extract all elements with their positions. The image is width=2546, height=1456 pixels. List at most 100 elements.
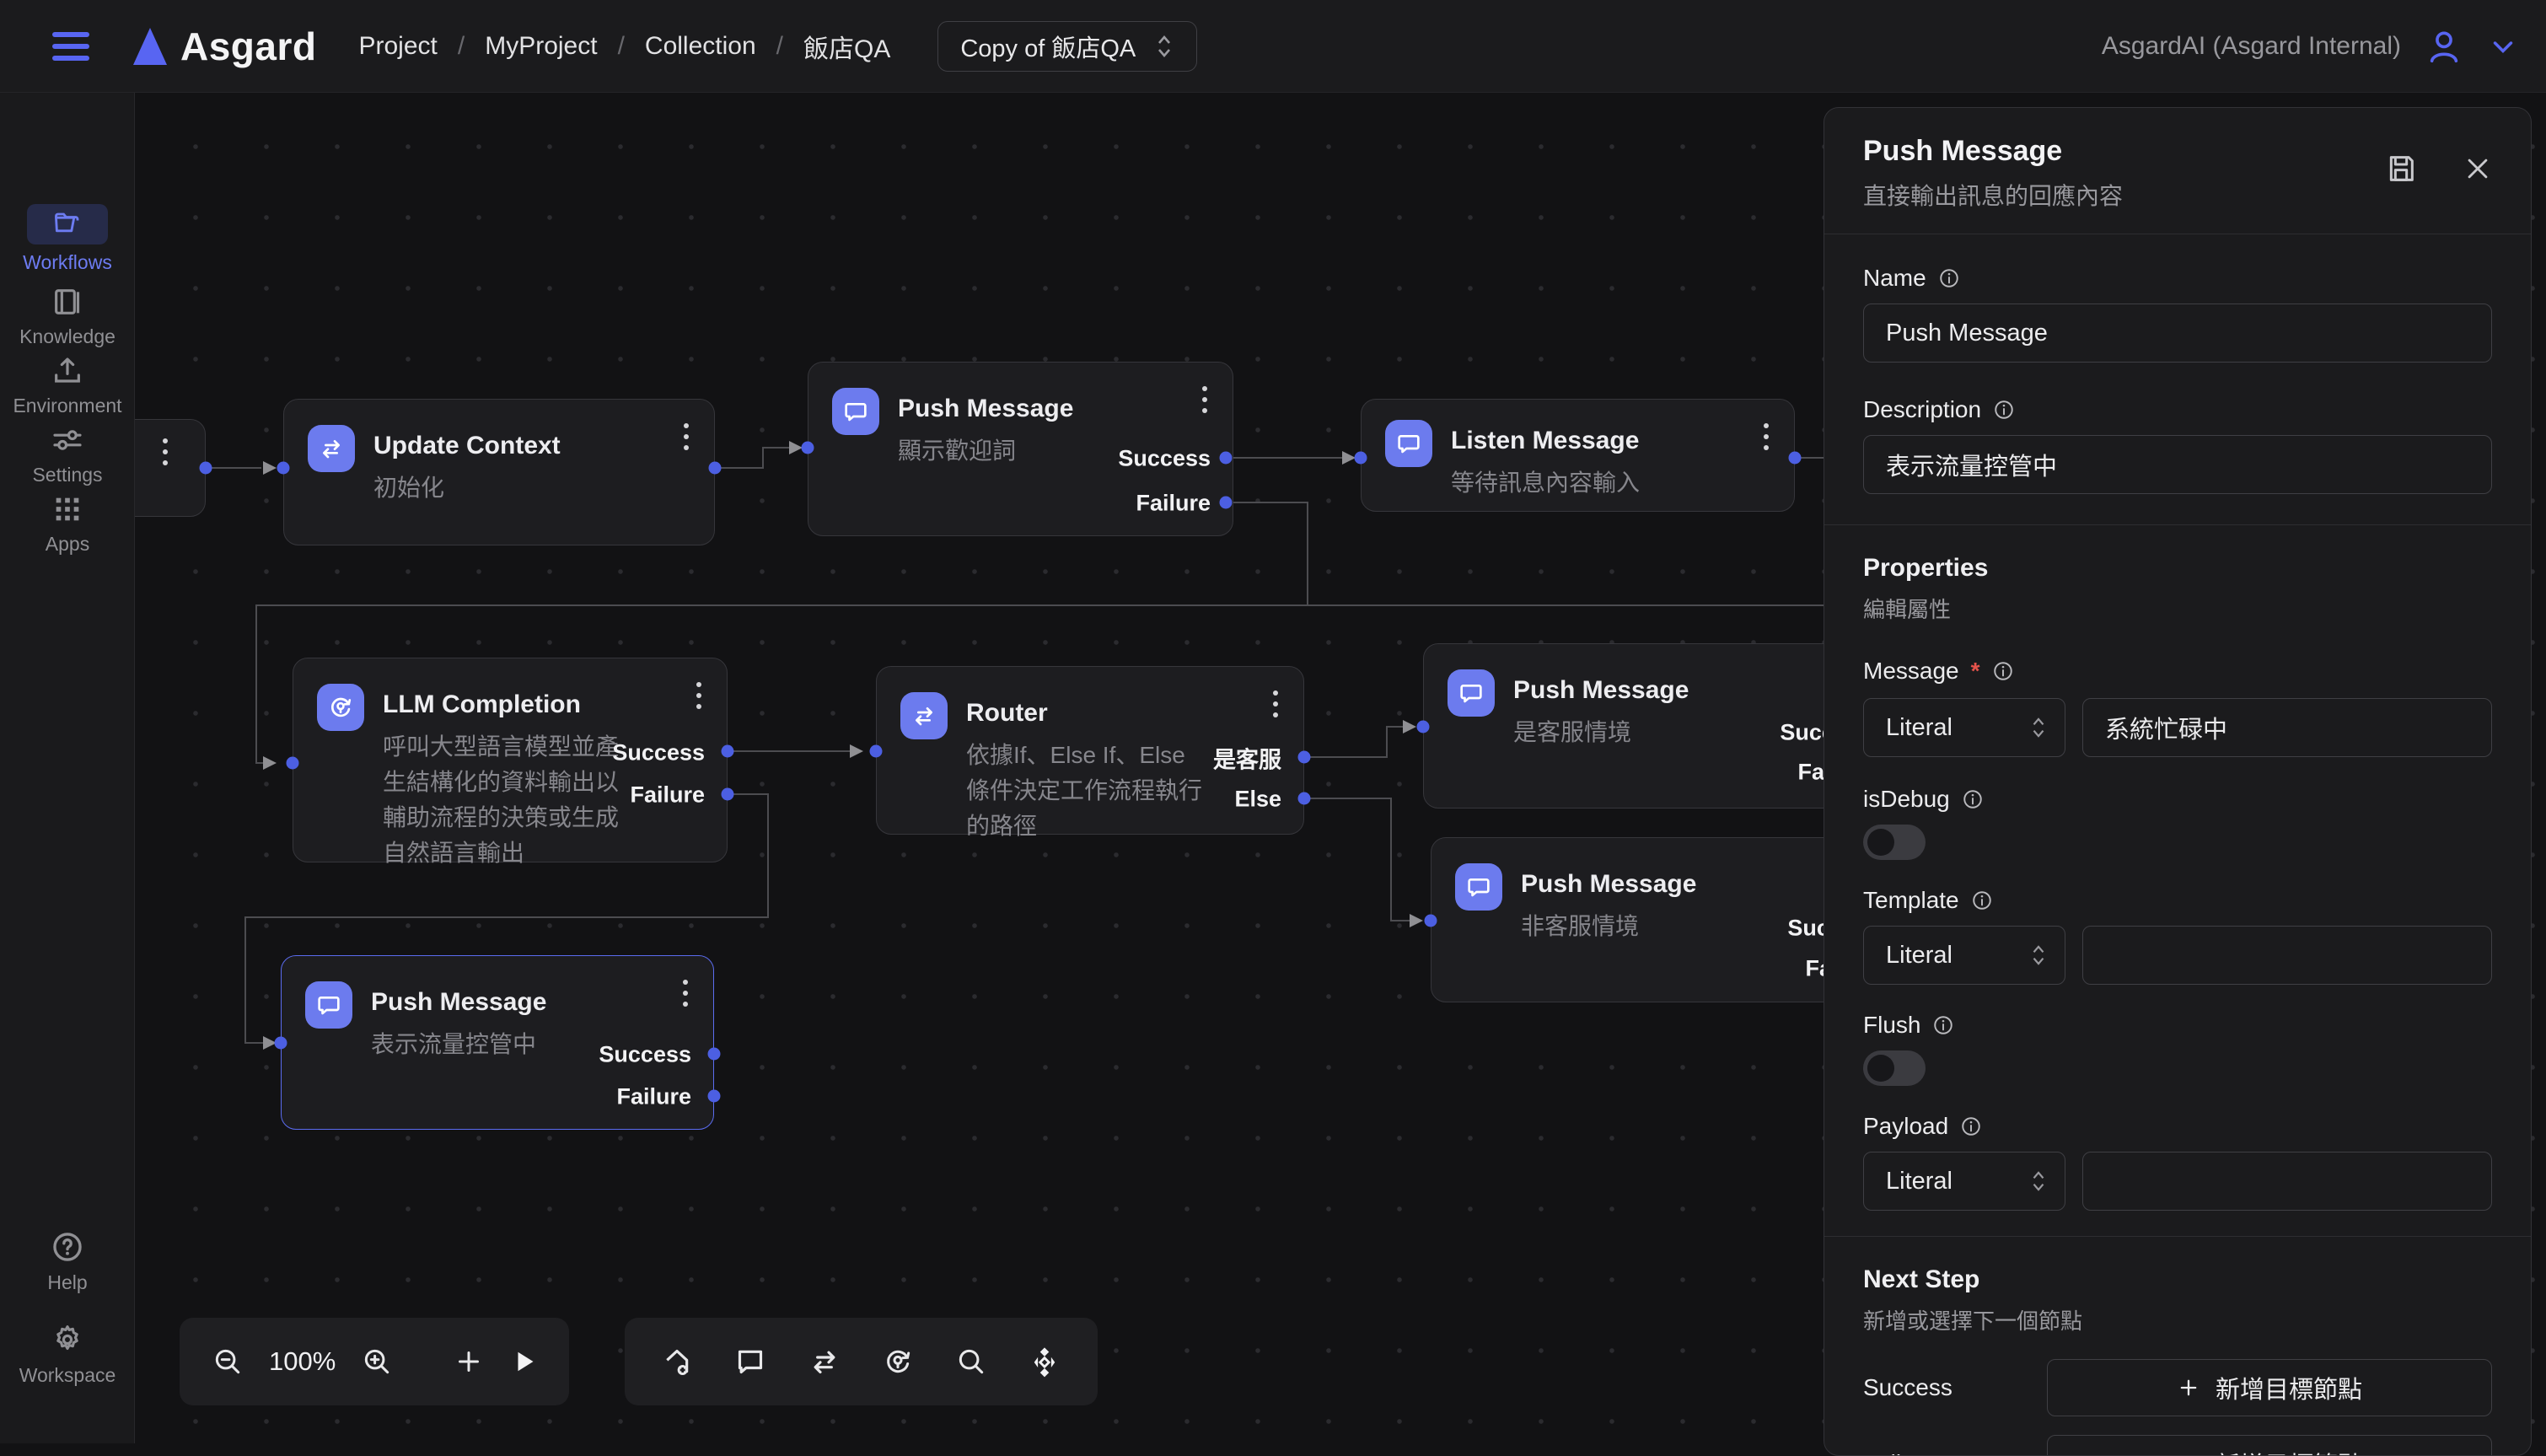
- connection-port-dot[interactable]: [1425, 915, 1437, 927]
- chat-bubble-icon[interactable]: [733, 1345, 767, 1378]
- node-menu-icon[interactable]: [163, 438, 168, 465]
- payload-type-select[interactable]: Literal: [1863, 1152, 2065, 1211]
- node-push-message-throttle[interactable]: Push Message 表示流量控管中 Success Failure: [281, 955, 714, 1130]
- port-failure[interactable]: Failure: [630, 782, 705, 809]
- connection-port-dot[interactable]: [1789, 452, 1802, 465]
- node-listen-message[interactable]: Listen Message 等待訊息內容輸入: [1361, 399, 1795, 512]
- info-icon: [1932, 1014, 1954, 1036]
- connection-port-dot[interactable]: [275, 1037, 287, 1050]
- connection-port-dot[interactable]: [1417, 721, 1430, 733]
- info-icon: [1992, 660, 2014, 682]
- connection-port-dot[interactable]: [1220, 452, 1233, 465]
- chevron-down-icon[interactable]: [2487, 30, 2519, 62]
- workflow-nodes-icon[interactable]: [1027, 1344, 1062, 1379]
- node-menu-icon[interactable]: [1202, 386, 1207, 413]
- zoom-out-icon[interactable]: [212, 1346, 244, 1378]
- sidebar-item-settings[interactable]: Settings: [0, 423, 135, 486]
- node-subtitle: 初始化: [373, 470, 561, 506]
- zoom-in-icon[interactable]: [361, 1346, 393, 1378]
- panel-divider: [1824, 1236, 2531, 1237]
- select-updown-icon: [2029, 1169, 2048, 1193]
- name-input[interactable]: [1863, 304, 2492, 363]
- connection-port-dot[interactable]: [1355, 452, 1367, 465]
- save-icon[interactable]: [2384, 152, 2418, 185]
- connection-port-dot[interactable]: [200, 462, 212, 475]
- search-icon[interactable]: [955, 1346, 987, 1378]
- plus-icon[interactable]: [454, 1346, 484, 1377]
- breadcrumb-project[interactable]: Project: [358, 32, 437, 61]
- port-success[interactable]: Success: [1118, 446, 1211, 472]
- sidebar-item-workspace[interactable]: Workspace: [0, 1322, 135, 1387]
- node-title: Push Message: [1521, 863, 1696, 900]
- template-type-select[interactable]: Literal: [1863, 926, 2065, 985]
- node-menu-icon[interactable]: [696, 682, 701, 709]
- node-router[interactable]: Router 依據If、Else If、Else條件決定工作流程執行的路徑 是客…: [876, 666, 1304, 835]
- node-menu-icon[interactable]: [1273, 690, 1278, 717]
- description-input[interactable]: [1863, 435, 2492, 494]
- node-menu-icon[interactable]: [683, 980, 688, 1007]
- sidebar-item-environment[interactable]: Environment: [0, 354, 135, 417]
- sidebar-item-knowledge[interactable]: Knowledge: [0, 285, 135, 348]
- hamburger-icon[interactable]: [52, 32, 89, 61]
- message-label: Message *: [1863, 658, 2492, 685]
- connection-port-dot[interactable]: [1298, 792, 1311, 805]
- sliders-icon: [51, 423, 84, 457]
- node-update-context[interactable]: Update Context 初始化: [283, 399, 715, 545]
- connection-port-dot[interactable]: [870, 745, 883, 758]
- flush-toggle[interactable]: [1863, 1050, 1926, 1086]
- port-success[interactable]: Success: [599, 1042, 691, 1068]
- port-else[interactable]: Else: [1234, 787, 1281, 813]
- port-failure[interactable]: Failure: [616, 1084, 691, 1110]
- connection-port-dot[interactable]: [722, 745, 734, 758]
- next-step-heading: Next Step: [1863, 1265, 2492, 1294]
- breadcrumb-current[interactable]: 飯店QA: [803, 28, 890, 65]
- node-menu-icon[interactable]: [1764, 423, 1769, 450]
- isdebug-toggle[interactable]: [1863, 825, 1926, 860]
- sidebar-item-workflows[interactable]: Workflows: [0, 204, 135, 274]
- template-value-input[interactable]: [2082, 926, 2492, 985]
- close-icon[interactable]: [2463, 154, 2492, 183]
- breadcrumb-myproject[interactable]: MyProject: [485, 32, 597, 61]
- connection-port-dot[interactable]: [802, 442, 814, 454]
- template-label: Template: [1863, 887, 2492, 914]
- account-name: AsgardAI (Asgard Internal): [2102, 32, 2401, 61]
- node-title: Update Context: [373, 425, 561, 462]
- workflow-version-select[interactable]: Copy of 飯店QA: [937, 21, 1197, 72]
- isdebug-label: isDebug: [1863, 786, 2492, 813]
- node-push-message-welcome[interactable]: Push Message 顯示歡迎詞 Success Failure: [808, 362, 1233, 536]
- play-icon[interactable]: [509, 1346, 540, 1377]
- canvas-zoom-toolbar: 100%: [180, 1318, 569, 1405]
- select-updown-icon: [2029, 943, 2048, 967]
- payload-value-input[interactable]: [2082, 1152, 2492, 1211]
- add-target-node-success-button[interactable]: 新增目標節點: [2047, 1359, 2492, 1416]
- message-type-select[interactable]: Literal: [1863, 698, 2065, 757]
- port-success[interactable]: Success: [612, 740, 705, 766]
- add-target-node-failure-button[interactable]: 新增目標節點: [2047, 1435, 2492, 1456]
- connection-port-dot[interactable]: [1220, 497, 1233, 509]
- properties-subheading: 編輯屬性: [1863, 593, 2492, 624]
- connection-port-dot[interactable]: [722, 788, 734, 801]
- node-llm-completion[interactable]: LLM Completion 呼叫大型語言模型並產生結構化的資料輸出以輔助流程的…: [293, 658, 728, 862]
- connection-port-dot[interactable]: [277, 462, 290, 475]
- top-navbar: Asgard Project / MyProject / Collection …: [0, 0, 2546, 93]
- node-menu-icon[interactable]: [684, 423, 689, 450]
- port-failure[interactable]: Failure: [1136, 491, 1211, 517]
- llm-bulb-icon[interactable]: [881, 1345, 915, 1378]
- connection-port-dot[interactable]: [708, 1048, 721, 1061]
- connection-port-dot[interactable]: [708, 1090, 721, 1103]
- port-is-customer[interactable]: 是客服: [1213, 742, 1281, 775]
- user-icon[interactable]: [2425, 27, 2463, 66]
- sidebar-item-apps[interactable]: Apps: [0, 492, 135, 556]
- add-start-node-icon[interactable]: [660, 1345, 694, 1378]
- connection-port-dot[interactable]: [709, 462, 722, 475]
- connection-port-dot[interactable]: [287, 757, 299, 770]
- select-updown-icon: [2029, 716, 2048, 739]
- breadcrumb-collection[interactable]: Collection: [645, 32, 756, 61]
- swap-arrows-icon[interactable]: [808, 1345, 841, 1378]
- chat-bubble-icon: [1385, 420, 1432, 467]
- sidebar-item-help[interactable]: Help: [0, 1229, 135, 1294]
- connection-port-dot[interactable]: [1298, 751, 1311, 764]
- plus-icon: [2177, 1376, 2200, 1400]
- node-offscreen-partial[interactable]: [135, 419, 206, 517]
- message-value-input[interactable]: [2082, 698, 2492, 757]
